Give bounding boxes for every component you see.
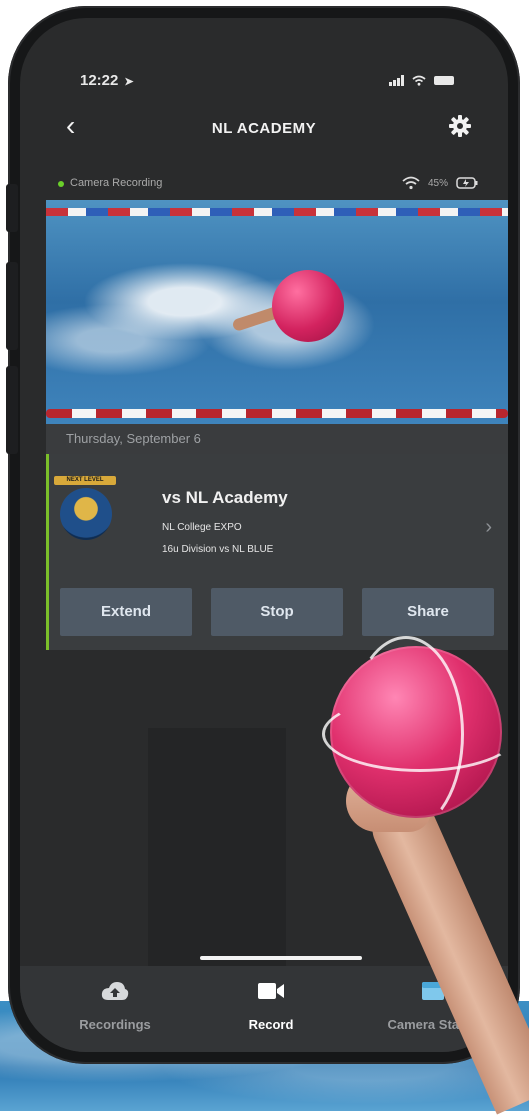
team-logo-text: NEXT LEVEL — [66, 477, 104, 483]
team-logo — [60, 488, 112, 540]
gear-icon[interactable] — [448, 114, 472, 138]
recording-indicator-dot — [58, 181, 64, 187]
camera-status-row: Camera Recording 45% — [58, 176, 478, 194]
extend-button[interactable]: Extend — [60, 588, 192, 636]
water-polo-ball — [272, 270, 344, 342]
tab-label: Record — [248, 1017, 294, 1032]
home-indicator — [200, 956, 362, 960]
date-header: Thursday, September 6 — [46, 424, 508, 454]
cellular-signal-icon — [389, 75, 404, 86]
active-accent-bar — [46, 454, 49, 650]
team-logo-banner: NEXT LEVEL — [54, 476, 116, 485]
match-title: vs NL Academy — [162, 488, 288, 507]
wifi-icon — [412, 75, 426, 86]
stop-button[interactable]: Stop — [211, 588, 343, 636]
side-button — [6, 262, 18, 350]
cloud-upload-icon — [101, 982, 129, 1000]
battery-percent: 45% — [427, 177, 448, 189]
share-button[interactable]: Share — [362, 588, 494, 636]
side-button — [6, 366, 18, 454]
tab-label: Recordings — [79, 1017, 151, 1032]
camera-status-label: Camera Recording — [70, 177, 163, 189]
tab-recordings[interactable]: Recordings — [60, 980, 170, 1032]
game-date: Thursday, September 6 — [66, 431, 201, 446]
page-title: NL ACADEMY — [211, 120, 317, 137]
division-name: 16u Division vs NL BLUE — [162, 544, 274, 555]
lane-rope — [46, 409, 508, 418]
location-icon: ➤ — [124, 76, 134, 88]
empty-content-area — [148, 728, 286, 968]
lane-rope — [46, 208, 508, 216]
clock: 12:22 ➤ — [80, 72, 134, 89]
video-camera-icon — [258, 983, 284, 999]
event-name: NL College EXPO — [162, 522, 242, 533]
game-card[interactable]: NEXT LEVEL vs NL Academy NL College EXPO… — [46, 454, 508, 650]
battery-charging-icon — [456, 177, 478, 189]
tab-bar: Recordings Record Camera Status — [20, 966, 508, 1052]
battery-icon — [434, 76, 454, 85]
live-video-preview[interactable] — [46, 200, 508, 426]
status-bar: 12:22 ➤ — [20, 72, 508, 96]
tab-record[interactable]: Record — [226, 980, 316, 1032]
water-polo-ball — [322, 636, 518, 832]
wifi-icon — [402, 176, 420, 190]
side-button — [6, 184, 18, 232]
nav-bar: ‹ NL ACADEMY — [20, 110, 508, 150]
chevron-right-icon[interactable]: › — [485, 516, 492, 539]
